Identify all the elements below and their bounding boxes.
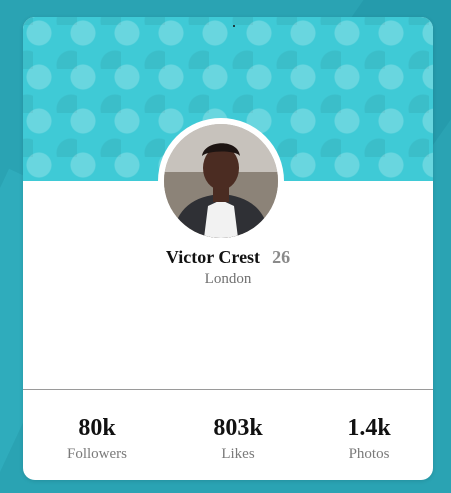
profile-name-row: Victor Crest 26 bbox=[23, 246, 433, 268]
stat-photos-label: Photos bbox=[348, 446, 390, 462]
stat-followers[interactable]: 80k Followers bbox=[29, 414, 165, 464]
stat-photos-value: 1.4k bbox=[347, 415, 391, 441]
profile-photo-icon bbox=[164, 124, 278, 238]
profile-card: Victor Crest 26 London 80k Followers 803k… bbox=[23, 17, 433, 480]
divider bbox=[23, 389, 433, 390]
profile-city: London bbox=[204, 271, 252, 287]
stat-followers-value: 80k bbox=[78, 415, 116, 441]
profile-name: Victor Crest bbox=[165, 247, 261, 267]
banner-dot bbox=[233, 25, 235, 27]
stat-photos[interactable]: 1.4k Photos bbox=[301, 414, 433, 464]
avatar-photo bbox=[164, 124, 278, 238]
stat-followers-label: Followers bbox=[67, 446, 127, 462]
stat-likes-value: 803k bbox=[213, 415, 263, 441]
stat-likes-label: Likes bbox=[221, 446, 255, 462]
avatar[interactable] bbox=[158, 118, 284, 244]
profile-age: 26 bbox=[272, 247, 291, 267]
stat-likes[interactable]: 803k Likes bbox=[170, 414, 306, 464]
